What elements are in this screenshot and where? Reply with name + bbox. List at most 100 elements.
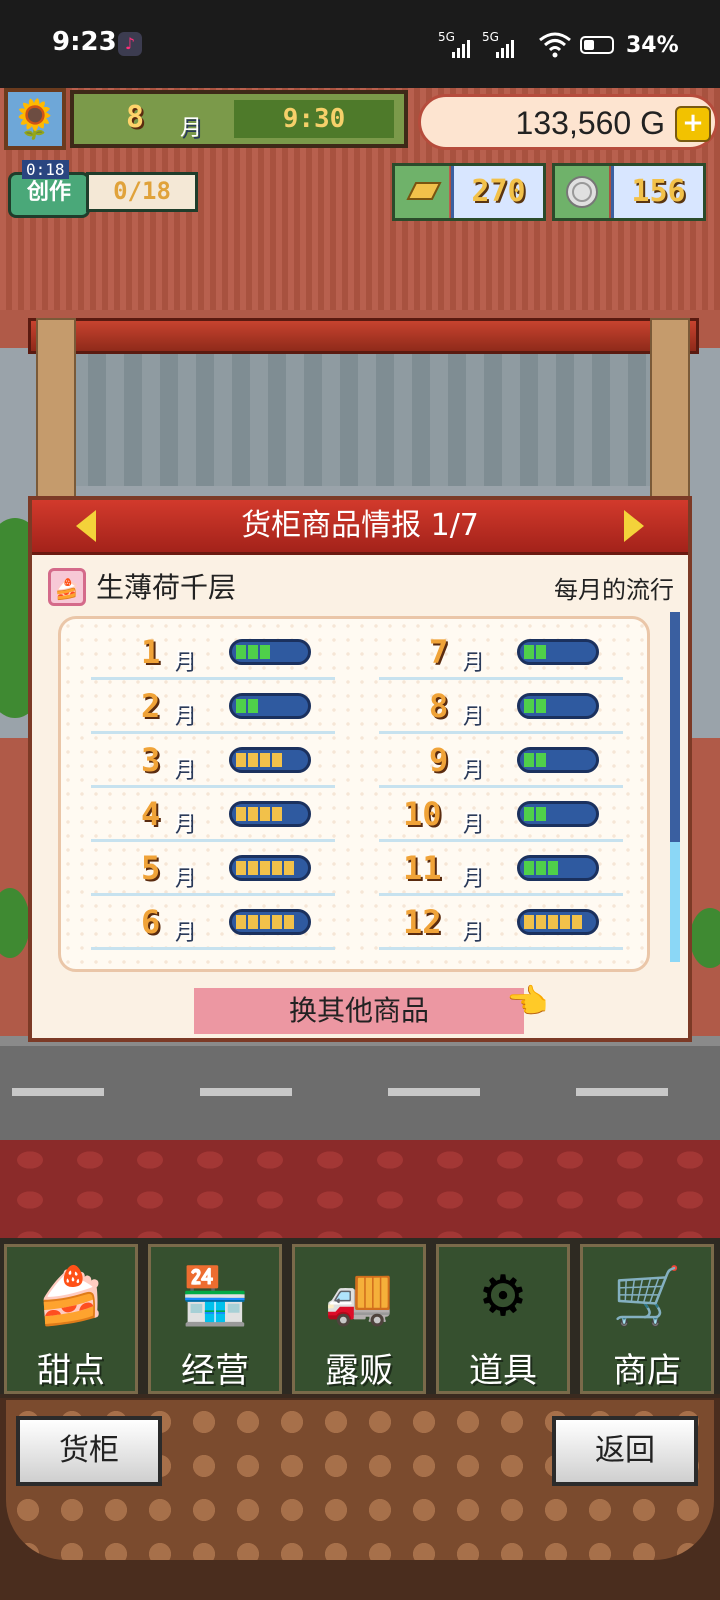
game-clock: 9:30: [234, 100, 394, 138]
trend-segment: [260, 861, 270, 875]
month-row: 3月: [91, 735, 335, 788]
month-number: 9: [429, 741, 449, 779]
month-number: 1: [141, 633, 161, 671]
tab-store[interactable]: 🛒 商店: [580, 1244, 714, 1394]
month-suffix: 月: [173, 649, 196, 674]
road-dash: [200, 1088, 292, 1096]
add-money-button[interactable]: +: [675, 106, 711, 142]
trend-segment: [572, 915, 582, 929]
prev-arrow-icon[interactable]: [76, 510, 96, 542]
month-suffix: 月: [461, 703, 484, 728]
trend-level-bar: [517, 909, 599, 935]
create-status[interactable]: 创作 0:18 0/18: [8, 160, 198, 218]
month-number: 4: [141, 795, 161, 833]
scrollbar-thumb[interactable]: [670, 612, 680, 842]
trend-segment: [548, 861, 558, 875]
dialog-title: 货柜商品情报 1/7: [241, 508, 479, 543]
trend-level-bar: [517, 747, 599, 773]
month-suffix: 月: [173, 811, 196, 836]
tab-items[interactable]: ⚙ 道具: [436, 1244, 570, 1394]
tab-label: 经营: [181, 1351, 249, 1391]
date-bar: 8 月 9:30: [70, 90, 408, 148]
trend-segment: [560, 915, 570, 929]
trend-segment: [260, 807, 270, 821]
trend-level-bar: [517, 639, 599, 665]
shop-icon: 🏪: [180, 1264, 250, 1329]
month-number: 11: [403, 849, 442, 887]
tab-management[interactable]: 🏪 经营: [148, 1244, 282, 1394]
silver-count: 156: [611, 166, 703, 218]
trend-level-bar: [517, 693, 599, 719]
trend-segment: [524, 915, 534, 929]
item-name: 生薄荷千层: [96, 571, 237, 604]
month-suffix: 月: [461, 811, 484, 836]
month-suffix: 月: [461, 919, 484, 944]
next-arrow-icon[interactable]: [624, 510, 644, 542]
trend-segment: [248, 861, 258, 875]
trend-segment: [236, 807, 246, 821]
trend-segment: [248, 753, 258, 767]
month-row: 12 月: [379, 897, 623, 950]
trend-level-bar: [517, 855, 599, 881]
trend-segment: [236, 861, 246, 875]
trend-level-bar: [229, 855, 311, 881]
trend-segment: [536, 699, 546, 713]
month-suffix: 月: [173, 757, 196, 782]
silver-resource: 156: [552, 163, 706, 221]
month-number: 3: [141, 741, 161, 779]
trend-segment: [536, 861, 546, 875]
swap-product-button[interactable]: 换其他商品: [194, 988, 524, 1034]
trend-segment: [248, 915, 258, 929]
shop-awning: [28, 318, 699, 354]
tab-dessert[interactable]: 🍰 甜点: [4, 1244, 138, 1394]
current-month: 8: [126, 100, 145, 135]
gold-resource: 270: [392, 163, 546, 221]
month-number: 12: [403, 903, 442, 941]
tiktok-icon: ♪: [118, 32, 142, 56]
trend-segment: [236, 645, 246, 659]
sunflower-icon[interactable]: 🌻: [4, 88, 66, 150]
trend-segment: [248, 807, 258, 821]
trend-segment: [548, 915, 558, 929]
pointing-hand-icon: 👈: [506, 982, 549, 1022]
month-row: 7月: [379, 627, 623, 680]
month-suffix: 月: [173, 865, 196, 890]
shelf-button[interactable]: 货柜: [16, 1416, 162, 1486]
monthly-trend-grid: 1 月 2 月 3 月 4 月 5 月 6 月 7 月 8 月 9 月 10 月 11 月 12 月: [58, 616, 650, 972]
month-number: 8: [429, 687, 449, 725]
month-number: 10: [403, 795, 442, 833]
scrollbar[interactable]: [670, 612, 680, 962]
trend-segment: [524, 807, 534, 821]
trend-level-bar: [229, 801, 311, 827]
month-row: 5月: [91, 843, 335, 896]
bush-right: [690, 908, 720, 968]
trend-level-bar: [517, 801, 599, 827]
trend-segment: [248, 699, 258, 713]
month-suffix: 月: [461, 757, 484, 782]
month-suffix: 月: [173, 703, 196, 728]
trend-segment: [524, 753, 534, 767]
silver-coin-icon: [555, 166, 609, 218]
tab-label: 商店: [613, 1351, 681, 1391]
month-suffix: 月: [461, 865, 484, 890]
month-row: 10 月: [379, 789, 623, 842]
trend-segment: [536, 753, 546, 767]
create-count: 0/18: [86, 172, 198, 212]
carpet: [0, 1140, 720, 1238]
cart-icon: 🛒: [612, 1264, 682, 1329]
month-number: 6: [141, 903, 161, 941]
trend-segment: [272, 807, 282, 821]
month-row: 11 月: [379, 843, 623, 896]
trend-segment: [260, 753, 270, 767]
month-suffix: 月: [173, 919, 196, 944]
tab-label: 道具: [469, 1351, 537, 1391]
trend-segment: [248, 645, 258, 659]
tab-food-truck[interactable]: 🚚 露贩: [292, 1244, 426, 1394]
signal-icon-2: [496, 40, 514, 58]
trend-segment: [284, 861, 294, 875]
month-row: 4月: [91, 789, 335, 842]
cake-icon: 🍰: [36, 1264, 106, 1329]
bottom-bar: 货柜 返回: [0, 1398, 720, 1600]
trend-segment: [284, 915, 294, 929]
back-button[interactable]: 返回: [552, 1416, 698, 1486]
